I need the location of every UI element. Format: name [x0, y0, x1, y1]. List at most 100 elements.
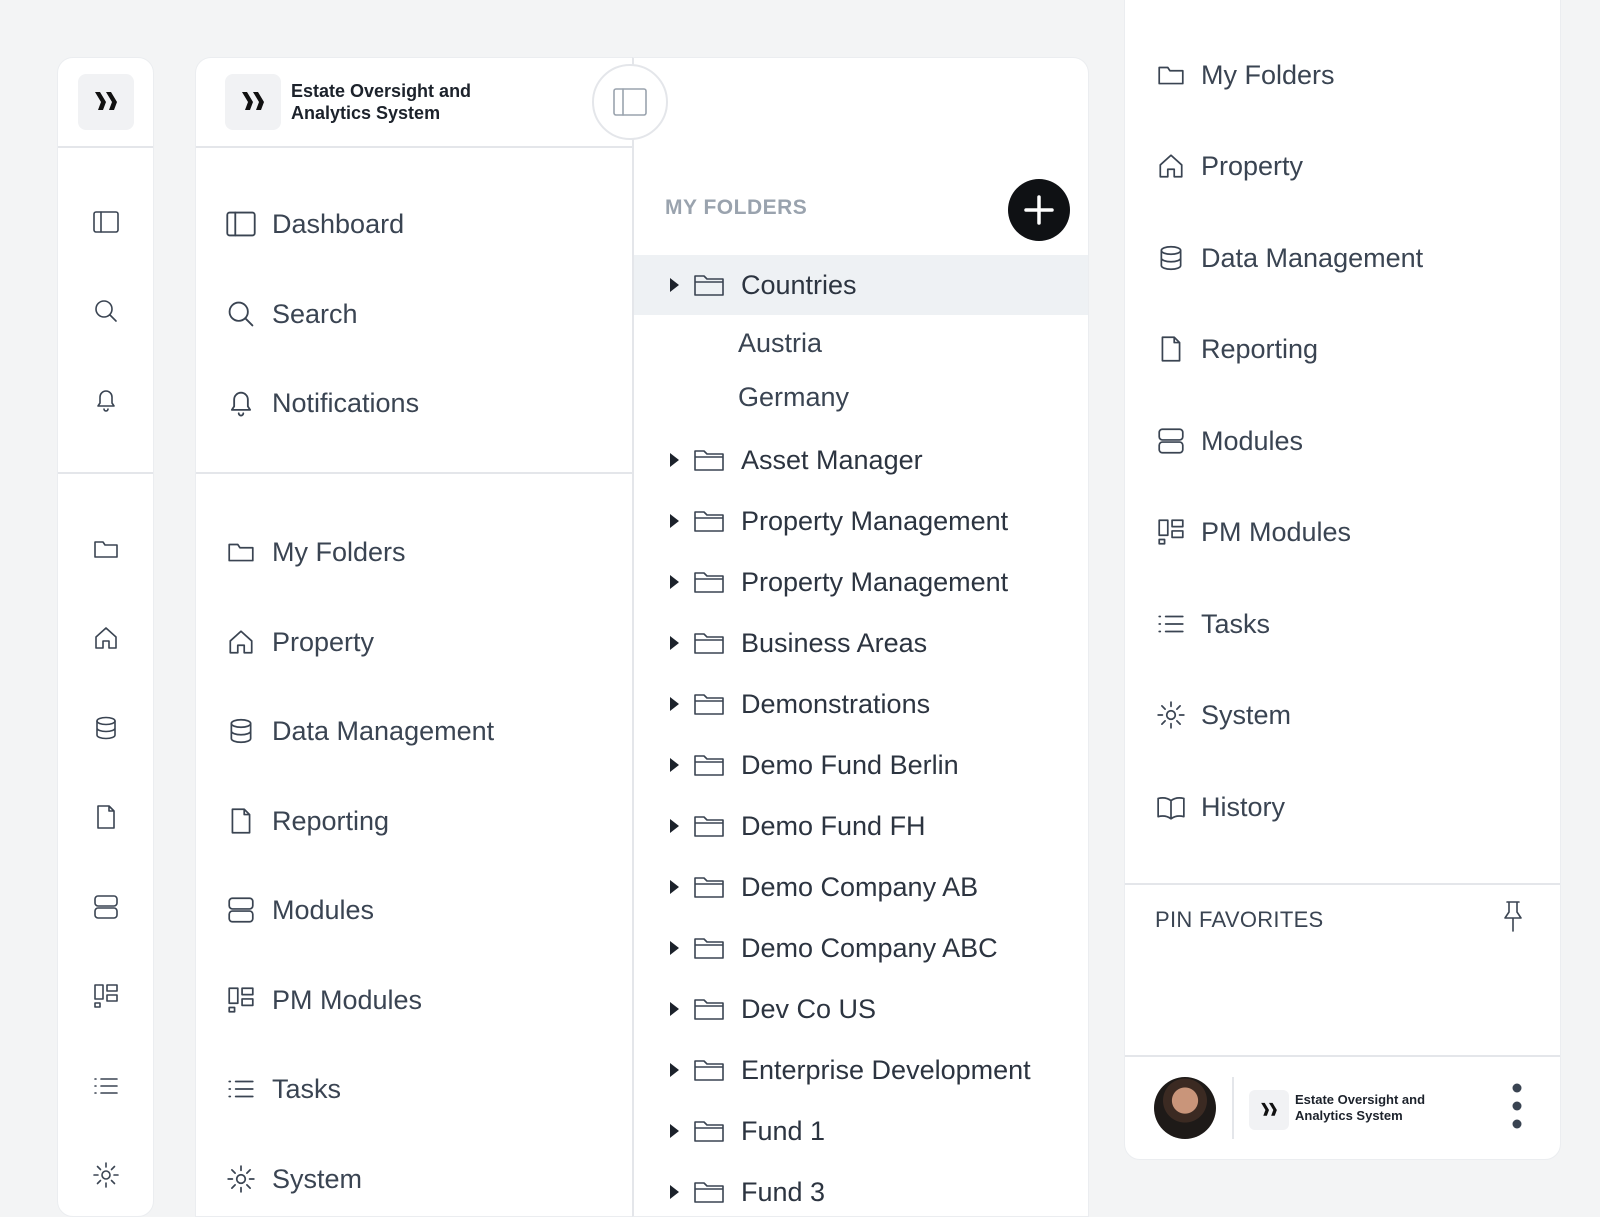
folder-label: Dev Co US — [741, 993, 877, 1024]
folder-row[interactable]: Business Areas — [634, 613, 1088, 673]
folder-row[interactable]: Asset Manager — [634, 430, 1088, 490]
nav-label: Modules — [272, 894, 375, 925]
modules-icon — [224, 893, 258, 927]
nav-search[interactable]: Search — [224, 294, 358, 334]
footer-app-name: Estate Oversight and Analytics System — [1295, 1092, 1426, 1123]
nav-dashboard[interactable]: Dashboard — [224, 204, 404, 244]
app-logo[interactable] — [78, 74, 134, 130]
caret-right-icon[interactable] — [670, 453, 679, 467]
folder-label: Demo Fund FH — [741, 810, 926, 841]
folder-icon — [694, 572, 724, 593]
caret-right-icon[interactable] — [670, 1063, 679, 1077]
sidebar-toggle-button[interactable] — [592, 64, 668, 140]
caret-right-icon[interactable] — [670, 575, 679, 589]
nav-modules[interactable]: Modules — [1155, 421, 1303, 461]
folder-row[interactable]: Fund 3 — [634, 1162, 1088, 1216]
rail-pm-modules-icon[interactable] — [92, 982, 120, 1010]
folder-icon — [694, 694, 724, 715]
folder-icon — [694, 755, 724, 776]
nav-pm-modules[interactable]: PM Modules — [224, 980, 422, 1020]
folder-icon — [694, 511, 724, 532]
logo-icon — [95, 92, 117, 110]
collapsed-rail — [57, 57, 154, 1217]
caret-right-icon[interactable] — [670, 819, 679, 833]
folder-label: Property Management — [741, 566, 1009, 597]
bell-icon — [224, 386, 258, 420]
rail-gear-icon[interactable] — [92, 1161, 120, 1189]
nav-label: Data Management — [272, 715, 495, 746]
nav-property[interactable]: Property — [1155, 146, 1303, 186]
rail-bell-icon[interactable] — [92, 386, 120, 414]
folder-row[interactable]: Demo Company ABC — [634, 918, 1088, 978]
rail-dashboard-icon[interactable] — [92, 208, 120, 236]
folder-icon — [694, 816, 724, 837]
nav-tasks[interactable]: Tasks — [224, 1069, 341, 1109]
pin-icon[interactable] — [1497, 899, 1529, 933]
caret-right-icon[interactable] — [670, 1185, 679, 1199]
caret-right-icon[interactable] — [670, 880, 679, 894]
pm-modules-icon — [224, 983, 258, 1017]
nav-label: History — [1201, 791, 1286, 822]
nav-history[interactable]: History — [1155, 787, 1285, 827]
nav-my-folders[interactable]: My Folders — [1155, 55, 1335, 95]
caret-right-icon[interactable] — [670, 278, 679, 292]
nav-property[interactable]: Property — [224, 622, 374, 662]
add-folder-button[interactable] — [1008, 179, 1070, 241]
pin-favorites-header: PIN FAVORITES — [1155, 907, 1324, 932]
nav-system[interactable]: System — [1155, 695, 1291, 735]
folder-child-germany[interactable]: Germany — [634, 370, 1088, 424]
rail-folder-icon[interactable] — [92, 535, 120, 563]
rail-list-icon[interactable] — [92, 1072, 120, 1100]
caret-right-icon[interactable] — [670, 758, 679, 772]
folder-row[interactable]: Fund 1 — [634, 1101, 1088, 1161]
caret-right-icon[interactable] — [670, 636, 679, 650]
rail-document-icon[interactable] — [92, 803, 120, 831]
nav-reporting[interactable]: Reporting — [1155, 329, 1318, 369]
folder-row[interactable]: Enterprise Development — [634, 1040, 1088, 1100]
rail-home-icon[interactable] — [92, 624, 120, 652]
folder-icon — [694, 877, 724, 898]
user-avatar[interactable] — [1154, 1077, 1216, 1139]
folder-row[interactable]: Demo Fund Berlin — [634, 735, 1088, 795]
nav-my-folders[interactable]: My Folders — [224, 532, 406, 572]
nav-data-management[interactable]: Data Management — [1155, 238, 1423, 278]
caret-right-icon[interactable] — [670, 941, 679, 955]
nav-label: Modules — [1201, 425, 1304, 456]
folder-child-austria[interactable]: Austria — [634, 316, 1088, 370]
folder-label: Demo Company AB — [741, 871, 979, 902]
app-logo[interactable] — [225, 74, 281, 130]
nav-label: My Folders — [272, 536, 406, 567]
nav-label: Notifications — [272, 387, 420, 418]
folder-row[interactable]: Dev Co US — [634, 979, 1088, 1039]
nav-notifications[interactable]: Notifications — [224, 383, 419, 423]
folder-label: Enterprise Development — [741, 1054, 1031, 1085]
database-icon — [1155, 242, 1187, 274]
caret-right-icon[interactable] — [670, 1002, 679, 1016]
folders-panel: MY FOLDERS Countries Austria Germany Ass… — [632, 57, 1089, 1217]
nav-system[interactable]: System — [224, 1159, 362, 1199]
nav-pm-modules[interactable]: PM Modules — [1155, 512, 1351, 552]
nav-reporting[interactable]: Reporting — [224, 801, 389, 841]
folder-row[interactable]: Demo Company AB — [634, 857, 1088, 917]
folder-label: Business Areas — [741, 627, 928, 658]
folder-row[interactable]: Property Management — [634, 491, 1088, 551]
folder-row[interactable]: Demonstrations — [634, 674, 1088, 734]
more-vertical-icon[interactable] — [1510, 1080, 1524, 1132]
caret-right-icon[interactable] — [670, 1124, 679, 1138]
nav-label: Search — [272, 298, 358, 329]
caret-right-icon[interactable] — [670, 697, 679, 711]
caret-right-icon[interactable] — [670, 514, 679, 528]
folder-row[interactable]: Demo Fund FH — [634, 796, 1088, 856]
home-icon — [224, 625, 258, 659]
folder-row[interactable]: Property Management — [634, 552, 1088, 612]
nav-data-management[interactable]: Data Management — [224, 711, 494, 751]
rail-database-icon[interactable] — [92, 714, 120, 742]
nav-tasks[interactable]: Tasks — [1155, 604, 1270, 644]
nav-label: My Folders — [1201, 59, 1335, 90]
folder-row-countries[interactable]: Countries — [634, 255, 1088, 315]
rail-search-icon[interactable] — [92, 297, 120, 325]
nav-modules[interactable]: Modules — [224, 890, 374, 930]
divider — [1232, 1077, 1234, 1139]
rail-modules-icon[interactable] — [92, 893, 120, 921]
folder-label: Fund 1 — [741, 1115, 826, 1146]
